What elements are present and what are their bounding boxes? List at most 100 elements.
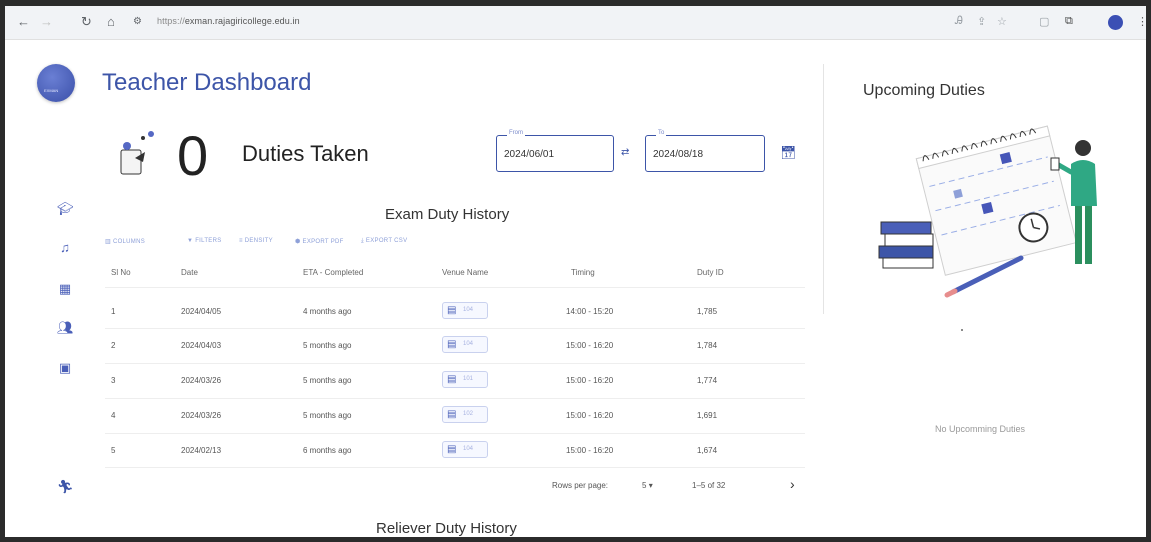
cell-duty-id: 1,774 bbox=[697, 376, 718, 385]
columns-button[interactable]: ▥ COLUMNS bbox=[105, 238, 145, 245]
col-header-eta[interactable]: ETA - Completed bbox=[303, 268, 363, 277]
duties-label: Duties Taken bbox=[242, 141, 369, 166]
venue-chip[interactable]: ▤ 104 bbox=[442, 336, 488, 353]
cell-timing: 15:00 - 16:20 bbox=[566, 411, 614, 420]
next-page-button[interactable]: › bbox=[790, 476, 795, 492]
forward-arrow-icon[interactable]: → bbox=[40, 14, 53, 30]
cell-date: 2024/02/13 bbox=[181, 446, 222, 455]
swap-arrows-icon: ⇄ bbox=[621, 147, 630, 158]
pagination-range: 1–5 of 32 bbox=[692, 481, 726, 490]
cell-eta: 6 months ago bbox=[303, 446, 352, 455]
columns-label: COLUMNS bbox=[112, 239, 146, 245]
export-csv-label: EXPORT CSV bbox=[365, 238, 408, 244]
running-person-icon[interactable]: 🏃︎ bbox=[57, 479, 74, 495]
cell-timing: 15:00 - 16:20 bbox=[566, 376, 614, 385]
duties-count: 0 bbox=[177, 124, 209, 187]
filters-label: FILTERS bbox=[195, 238, 222, 244]
filters-button[interactable]: ▼ FILTERS bbox=[187, 238, 222, 244]
more-icon[interactable]: ⋮ bbox=[1137, 15, 1146, 28]
venue-chip[interactable]: ▤ 102 bbox=[442, 406, 488, 423]
to-date-label: To bbox=[656, 130, 667, 136]
rows-per-page-value: 5 bbox=[642, 481, 647, 490]
star-icon[interactable]: ☆ bbox=[997, 15, 1007, 28]
site-settings-icon[interactable]: ⚙ bbox=[133, 14, 142, 30]
cell-timing: 15:00 - 16:20 bbox=[566, 446, 614, 455]
venue-name: 104 bbox=[463, 341, 474, 347]
chevron-right-icon: › bbox=[790, 476, 795, 492]
home-icon[interactable]: ⌂ bbox=[107, 14, 115, 30]
cell-sl: 3 bbox=[111, 376, 116, 385]
venue-chip[interactable]: ▤ 104 bbox=[442, 441, 488, 458]
address-bar[interactable]: https://exman.rajagiricollege.edu.in bbox=[157, 16, 300, 26]
app-logo[interactable]: EXMAN bbox=[37, 64, 75, 102]
venue-name: 104 bbox=[463, 446, 474, 452]
cell-timing: 15:00 - 16:20 bbox=[566, 341, 614, 350]
duties-illustration-icon bbox=[120, 131, 154, 175]
page-title: Teacher Dashboard bbox=[102, 69, 312, 96]
reload-icon[interactable]: ↻ bbox=[81, 14, 92, 30]
building-icon: ▤ bbox=[447, 444, 457, 455]
row-divider bbox=[105, 398, 805, 399]
cell-duty-id: 1,784 bbox=[697, 341, 718, 350]
from-date-field[interactable]: From 2024/06/01 bbox=[496, 130, 614, 172]
from-date-value: 2024/06/01 bbox=[504, 149, 555, 160]
venue-chip[interactable]: ▤ 104 bbox=[442, 302, 488, 319]
from-date-label: From bbox=[507, 130, 525, 136]
building-icon: ▤ bbox=[447, 409, 457, 420]
col-header-duty-id[interactable]: Duty ID bbox=[697, 268, 724, 277]
density-button[interactable]: ≡ DENSITY bbox=[239, 238, 273, 244]
bell-icon[interactable]: ♫︎ bbox=[57, 240, 73, 256]
extension-icon[interactable]: ▢ bbox=[1039, 15, 1049, 28]
col-header-venue[interactable]: Venue Name bbox=[442, 268, 488, 277]
building-icon: ▤ bbox=[447, 374, 457, 385]
graduation-cap-icon[interactable]: 🎓︎ bbox=[57, 201, 74, 217]
no-upcoming-duties-text: No Upcomming Duties bbox=[935, 424, 1026, 434]
puzzle-icon[interactable]: ⧉ bbox=[1065, 15, 1073, 28]
rows-per-page-select[interactable]: 5 ▾ bbox=[642, 481, 653, 490]
upcoming-duties-title: Upcoming Duties bbox=[863, 82, 985, 99]
url-protocol: https:// bbox=[157, 16, 185, 26]
export-pdf-label: EXPORT PDF bbox=[302, 239, 344, 245]
cell-eta: 5 months ago bbox=[303, 411, 352, 420]
calendar-icon[interactable]: 📅︎ bbox=[780, 146, 797, 160]
cell-duty-id: 1,785 bbox=[697, 307, 718, 316]
back-arrow-icon[interactable]: ← bbox=[17, 14, 30, 30]
video-icon[interactable]: ▣ bbox=[57, 360, 73, 376]
cell-eta: 5 months ago bbox=[303, 341, 352, 350]
cell-eta: 5 months ago bbox=[303, 376, 352, 385]
venue-name: 101 bbox=[463, 376, 474, 382]
cell-sl: 2 bbox=[111, 341, 116, 350]
panel-divider bbox=[823, 64, 824, 314]
col-header-sl[interactable]: Sl No bbox=[111, 268, 131, 277]
translate-icon[interactable]: Ꭿ bbox=[955, 15, 963, 28]
cell-sl: 1 bbox=[111, 307, 116, 316]
col-header-date[interactable]: Date bbox=[181, 268, 198, 277]
users-icon[interactable]: 👥︎ bbox=[57, 320, 74, 336]
cell-duty-id: 1,691 bbox=[697, 411, 718, 420]
cell-date: 2024/03/26 bbox=[181, 411, 222, 420]
exam-history-title: Exam Duty History bbox=[385, 206, 510, 223]
building-icon: ▤ bbox=[447, 305, 457, 316]
row-divider bbox=[105, 363, 805, 364]
to-date-field[interactable]: To 2024/08/18 bbox=[645, 130, 765, 172]
app-window: ← → ↻ ⌂ ⚙ https://exman.rajagiricollege.… bbox=[0, 0, 1151, 542]
profile-avatar[interactable] bbox=[1108, 15, 1123, 30]
rows-per-page-label: Rows per page: bbox=[552, 481, 609, 490]
cell-sl: 5 bbox=[111, 446, 116, 455]
row-divider bbox=[105, 467, 805, 468]
export-csv-button[interactable]: ⤓ EXPORT CSV bbox=[361, 238, 407, 245]
upcoming-duties-illustration bbox=[878, 125, 1097, 298]
cell-timing: 14:00 - 15:20 bbox=[566, 307, 614, 316]
venue-name: 102 bbox=[463, 411, 474, 417]
cell-date: 2024/03/26 bbox=[181, 376, 222, 385]
export-pdf-button[interactable]: ⬢ EXPORT PDF bbox=[295, 238, 344, 245]
col-header-timing[interactable]: Timing bbox=[571, 268, 595, 277]
reliever-history-title: Reliever Duty History bbox=[376, 520, 517, 537]
venue-chip[interactable]: ▤ 101 bbox=[442, 371, 488, 388]
venue-name: 104 bbox=[463, 307, 474, 313]
calendar-grid-icon[interactable]: ▦ bbox=[57, 281, 73, 297]
row-divider bbox=[105, 433, 805, 434]
caret-down-icon: ▾ bbox=[648, 481, 653, 490]
cell-duty-id: 1,674 bbox=[697, 446, 718, 455]
share-icon[interactable]: ⇪ bbox=[977, 15, 986, 28]
